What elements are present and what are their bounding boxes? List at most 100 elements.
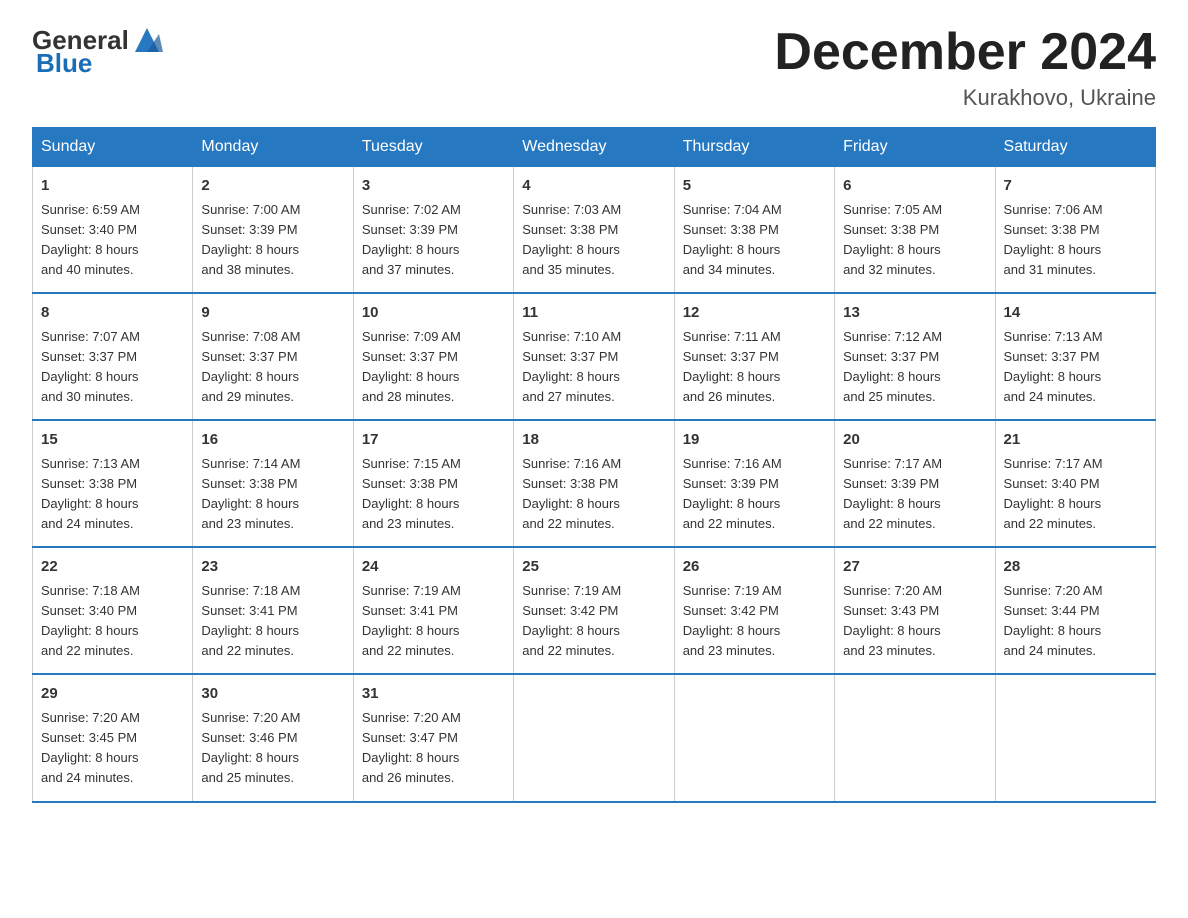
- header-cell-saturday: Saturday: [995, 128, 1155, 167]
- calendar-cell: 25Sunrise: 7:19 AM Sunset: 3:42 PM Dayli…: [514, 547, 674, 674]
- week-row-3: 15Sunrise: 7:13 AM Sunset: 3:38 PM Dayli…: [33, 420, 1156, 547]
- calendar-cell: 11Sunrise: 7:10 AM Sunset: 3:37 PM Dayli…: [514, 293, 674, 420]
- day-info: Sunrise: 7:18 AM Sunset: 3:41 PM Dayligh…: [201, 581, 344, 662]
- header-cell-thursday: Thursday: [674, 128, 834, 167]
- month-title: December 2024: [774, 24, 1156, 81]
- calendar-cell: 21Sunrise: 7:17 AM Sunset: 3:40 PM Dayli…: [995, 420, 1155, 547]
- calendar-cell: 10Sunrise: 7:09 AM Sunset: 3:37 PM Dayli…: [353, 293, 513, 420]
- day-info: Sunrise: 7:13 AM Sunset: 3:37 PM Dayligh…: [1004, 327, 1147, 408]
- calendar-header: SundayMondayTuesdayWednesdayThursdayFrid…: [33, 128, 1156, 167]
- calendar-cell: 31Sunrise: 7:20 AM Sunset: 3:47 PM Dayli…: [353, 674, 513, 801]
- day-info: Sunrise: 7:17 AM Sunset: 3:40 PM Dayligh…: [1004, 454, 1147, 535]
- day-number: 31: [362, 683, 505, 706]
- day-number: 29: [41, 683, 184, 706]
- calendar-table: SundayMondayTuesdayWednesdayThursdayFrid…: [32, 127, 1156, 802]
- day-info: Sunrise: 7:09 AM Sunset: 3:37 PM Dayligh…: [362, 327, 505, 408]
- calendar-cell: 29Sunrise: 7:20 AM Sunset: 3:45 PM Dayli…: [33, 674, 193, 801]
- day-info: Sunrise: 7:20 AM Sunset: 3:45 PM Dayligh…: [41, 708, 184, 789]
- day-info: Sunrise: 7:04 AM Sunset: 3:38 PM Dayligh…: [683, 200, 826, 281]
- day-number: 6: [843, 175, 986, 198]
- calendar-cell: 30Sunrise: 7:20 AM Sunset: 3:46 PM Dayli…: [193, 674, 353, 801]
- calendar-cell: 22Sunrise: 7:18 AM Sunset: 3:40 PM Dayli…: [33, 547, 193, 674]
- calendar-cell: [514, 674, 674, 801]
- day-info: Sunrise: 7:20 AM Sunset: 3:44 PM Dayligh…: [1004, 581, 1147, 662]
- calendar-cell: [835, 674, 995, 801]
- day-number: 10: [362, 302, 505, 325]
- day-number: 9: [201, 302, 344, 325]
- week-row-4: 22Sunrise: 7:18 AM Sunset: 3:40 PM Dayli…: [33, 547, 1156, 674]
- day-info: Sunrise: 7:19 AM Sunset: 3:42 PM Dayligh…: [683, 581, 826, 662]
- calendar-cell: 14Sunrise: 7:13 AM Sunset: 3:37 PM Dayli…: [995, 293, 1155, 420]
- header-cell-wednesday: Wednesday: [514, 128, 674, 167]
- day-info: Sunrise: 7:18 AM Sunset: 3:40 PM Dayligh…: [41, 581, 184, 662]
- day-info: Sunrise: 7:10 AM Sunset: 3:37 PM Dayligh…: [522, 327, 665, 408]
- day-number: 8: [41, 302, 184, 325]
- day-info: Sunrise: 7:15 AM Sunset: 3:38 PM Dayligh…: [362, 454, 505, 535]
- day-number: 15: [41, 429, 184, 452]
- calendar-cell: 7Sunrise: 7:06 AM Sunset: 3:38 PM Daylig…: [995, 167, 1155, 294]
- day-number: 23: [201, 556, 344, 579]
- calendar-cell: 5Sunrise: 7:04 AM Sunset: 3:38 PM Daylig…: [674, 167, 834, 294]
- calendar-cell: 9Sunrise: 7:08 AM Sunset: 3:37 PM Daylig…: [193, 293, 353, 420]
- location-text: Kurakhovo, Ukraine: [774, 85, 1156, 111]
- calendar-cell: 8Sunrise: 7:07 AM Sunset: 3:37 PM Daylig…: [33, 293, 193, 420]
- day-info: Sunrise: 7:20 AM Sunset: 3:46 PM Dayligh…: [201, 708, 344, 789]
- calendar-cell: 6Sunrise: 7:05 AM Sunset: 3:38 PM Daylig…: [835, 167, 995, 294]
- day-info: Sunrise: 7:14 AM Sunset: 3:38 PM Dayligh…: [201, 454, 344, 535]
- calendar-cell: 26Sunrise: 7:19 AM Sunset: 3:42 PM Dayli…: [674, 547, 834, 674]
- day-info: Sunrise: 7:16 AM Sunset: 3:39 PM Dayligh…: [683, 454, 826, 535]
- title-section: December 2024 Kurakhovo, Ukraine: [774, 24, 1156, 111]
- day-info: Sunrise: 7:07 AM Sunset: 3:37 PM Dayligh…: [41, 327, 184, 408]
- day-info: Sunrise: 7:20 AM Sunset: 3:47 PM Dayligh…: [362, 708, 505, 789]
- logo: General Blue: [32, 24, 165, 79]
- day-number: 27: [843, 556, 986, 579]
- day-number: 13: [843, 302, 986, 325]
- day-info: Sunrise: 7:11 AM Sunset: 3:37 PM Dayligh…: [683, 327, 826, 408]
- day-info: Sunrise: 7:12 AM Sunset: 3:37 PM Dayligh…: [843, 327, 986, 408]
- calendar-cell: 12Sunrise: 7:11 AM Sunset: 3:37 PM Dayli…: [674, 293, 834, 420]
- calendar-cell: 15Sunrise: 7:13 AM Sunset: 3:38 PM Dayli…: [33, 420, 193, 547]
- day-number: 17: [362, 429, 505, 452]
- day-number: 11: [522, 302, 665, 325]
- day-number: 1: [41, 175, 184, 198]
- calendar-cell: 28Sunrise: 7:20 AM Sunset: 3:44 PM Dayli…: [995, 547, 1155, 674]
- day-info: Sunrise: 7:05 AM Sunset: 3:38 PM Dayligh…: [843, 200, 986, 281]
- calendar-cell: 20Sunrise: 7:17 AM Sunset: 3:39 PM Dayli…: [835, 420, 995, 547]
- day-number: 26: [683, 556, 826, 579]
- day-info: Sunrise: 7:17 AM Sunset: 3:39 PM Dayligh…: [843, 454, 986, 535]
- header-cell-sunday: Sunday: [33, 128, 193, 167]
- day-number: 5: [683, 175, 826, 198]
- day-number: 22: [41, 556, 184, 579]
- calendar-cell: 3Sunrise: 7:02 AM Sunset: 3:39 PM Daylig…: [353, 167, 513, 294]
- calendar-cell: 16Sunrise: 7:14 AM Sunset: 3:38 PM Dayli…: [193, 420, 353, 547]
- day-info: Sunrise: 7:13 AM Sunset: 3:38 PM Dayligh…: [41, 454, 184, 535]
- day-number: 19: [683, 429, 826, 452]
- day-number: 21: [1004, 429, 1147, 452]
- day-number: 25: [522, 556, 665, 579]
- calendar-cell: 4Sunrise: 7:03 AM Sunset: 3:38 PM Daylig…: [514, 167, 674, 294]
- calendar-cell: 18Sunrise: 7:16 AM Sunset: 3:38 PM Dayli…: [514, 420, 674, 547]
- day-info: Sunrise: 7:19 AM Sunset: 3:42 PM Dayligh…: [522, 581, 665, 662]
- header-cell-tuesday: Tuesday: [353, 128, 513, 167]
- page-header: General Blue December 2024 Kurakhovo, Uk…: [32, 24, 1156, 111]
- day-info: Sunrise: 7:08 AM Sunset: 3:37 PM Dayligh…: [201, 327, 344, 408]
- calendar-cell: 1Sunrise: 6:59 AM Sunset: 3:40 PM Daylig…: [33, 167, 193, 294]
- day-info: Sunrise: 7:03 AM Sunset: 3:38 PM Dayligh…: [522, 200, 665, 281]
- calendar-cell: 27Sunrise: 7:20 AM Sunset: 3:43 PM Dayli…: [835, 547, 995, 674]
- header-cell-friday: Friday: [835, 128, 995, 167]
- day-number: 7: [1004, 175, 1147, 198]
- week-row-5: 29Sunrise: 7:20 AM Sunset: 3:45 PM Dayli…: [33, 674, 1156, 801]
- day-number: 14: [1004, 302, 1147, 325]
- header-cell-monday: Monday: [193, 128, 353, 167]
- day-info: Sunrise: 7:20 AM Sunset: 3:43 PM Dayligh…: [843, 581, 986, 662]
- day-info: Sunrise: 6:59 AM Sunset: 3:40 PM Dayligh…: [41, 200, 184, 281]
- day-number: 2: [201, 175, 344, 198]
- calendar-cell: 13Sunrise: 7:12 AM Sunset: 3:37 PM Dayli…: [835, 293, 995, 420]
- week-row-1: 1Sunrise: 6:59 AM Sunset: 3:40 PM Daylig…: [33, 167, 1156, 294]
- calendar-body: 1Sunrise: 6:59 AM Sunset: 3:40 PM Daylig…: [33, 167, 1156, 802]
- day-number: 28: [1004, 556, 1147, 579]
- day-number: 20: [843, 429, 986, 452]
- logo-blue-text: Blue: [36, 48, 92, 79]
- day-number: 3: [362, 175, 505, 198]
- day-number: 12: [683, 302, 826, 325]
